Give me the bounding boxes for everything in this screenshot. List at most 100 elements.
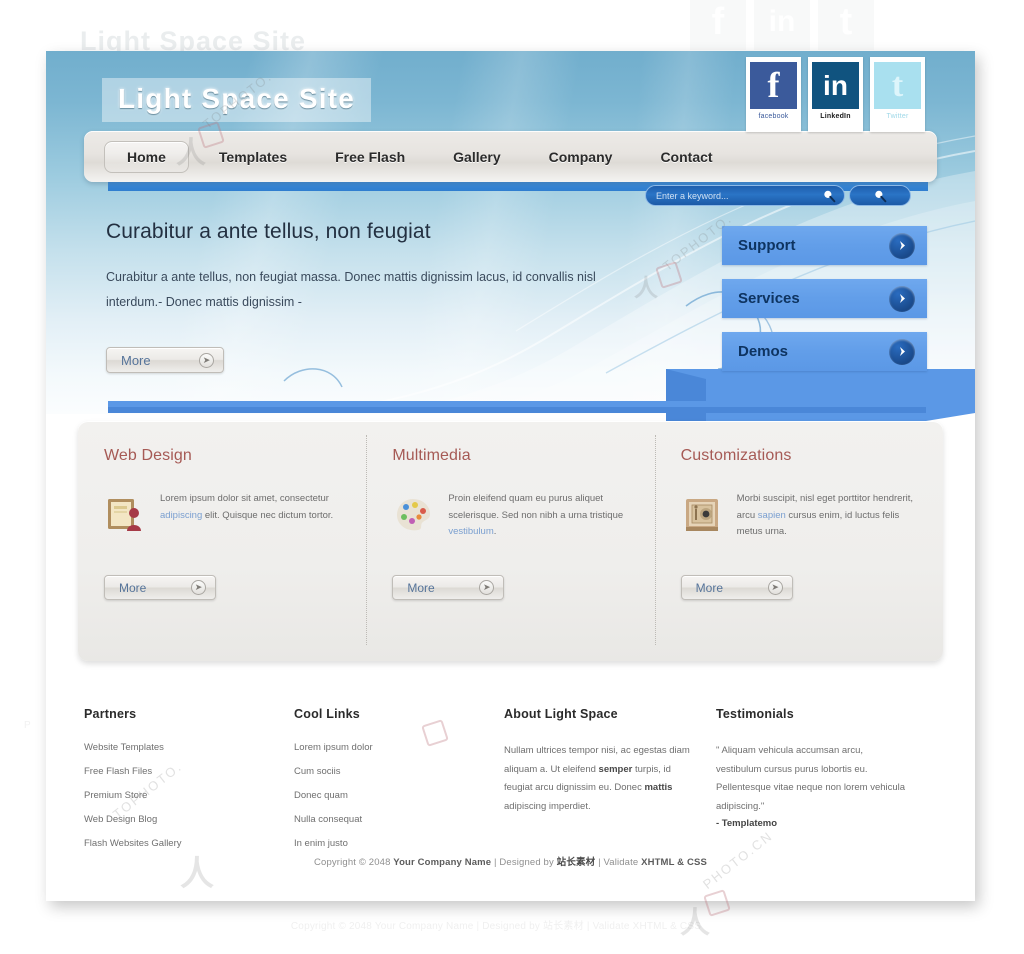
feature-link[interactable]: vestibulum [448,526,493,537]
feature-text: Morbi suscipit, nisl eget porttitor hend… [736,493,914,538]
nav-item-free-flash[interactable]: Free Flash [335,141,405,173]
copyright-line: Copyright © 2048 Your Company Name | Des… [314,857,707,868]
footer-testimonial-author: - Templatemo [716,818,778,830]
feature-column-multimedia: Multimedia Proin eleifend quam eu purus … [366,421,654,661]
footer-link[interactable]: Nulla consequat [294,814,504,825]
footer-link-list: Lorem ipsum dolor Cum sociis Donec quam … [294,742,504,849]
hero-title: Curabitur a ante tellus, non feugiat [106,220,431,243]
copyright-validate[interactable]: XHTML & CSS [641,857,707,868]
footer-heading: Testimonials [716,707,794,721]
hero-more-label: More [121,352,151,368]
footer-link[interactable]: Lorem ipsum dolor [294,742,504,753]
search-placeholder: Enter a keyword... [656,190,729,201]
social-link-twitter[interactable]: t Twitter [870,57,925,132]
copyright-company: Your Company Name [393,857,492,868]
watermark-cjk: 人 [680,907,710,940]
hero-body-text: Curabitur a ante tellus, non feugiat mas… [106,270,596,309]
features-panel: Web Design Lorem ipsum dolor sit amet, c… [78,421,943,661]
footer-link[interactable]: Premium Store [84,790,294,801]
footer-link[interactable]: Free Flash Files [84,766,294,777]
arrow-right-icon: ➤ [479,580,495,595]
feature-text: Lorem ipsum dolor sit amet, consectetur … [160,493,334,521]
feature-more-wrapper: More ➤ [104,575,344,600]
footer-link[interactable]: Web Design Blog [84,814,294,825]
facebook-icon: f [750,62,797,109]
site-header: Light Space Site f facebook in LinkedIn … [46,51,975,414]
feature-more-wrapper: More ➤ [680,575,921,600]
feature-more-wrapper: More ➤ [392,575,632,600]
quick-links-panel: Support Services Demos [722,226,927,385]
arrow-right-icon: ➤ [191,580,206,595]
footer-about-text: Nullam ultrices tempor nisi, ac egestas … [504,745,690,812]
feature-link[interactable]: sapien [758,510,786,521]
side-button-services[interactable]: Services [722,279,927,318]
nav-item-contact[interactable]: Contact [660,141,712,173]
footer-link[interactable]: Flash Websites Gallery [84,838,294,849]
nav-item-templates[interactable]: Templates [219,141,287,173]
footer-heading: Cool Links [294,707,360,721]
feature-heading: Customizations [680,447,792,464]
footer-column-partners: Partners Website Templates Free Flash Fi… [84,707,294,862]
footer-column-about: About Light Space Nullam ultrices tempor… [504,707,716,862]
side-button-label: Services [738,290,800,307]
chevron-right-icon [889,285,915,312]
ghost-copyright: Copyright © 2048 Your Company Name | Des… [290,921,702,932]
folder-person-icon [108,499,141,531]
hero-more-button[interactable]: More ➤ [106,347,224,373]
feature-more-button[interactable]: More ➤ [104,575,216,600]
search-input[interactable]: Enter a keyword... [645,185,845,206]
nav-item-gallery[interactable]: Gallery [453,141,500,173]
side-button-label: Demos [738,343,789,360]
feature-link[interactable]: adipiscing [160,510,202,521]
feature-more-button[interactable]: More ➤ [392,575,505,600]
social-link-facebook[interactable]: f facebook [746,57,801,132]
feature-column-web-design: Web Design Lorem ipsum dolor sit amet, c… [78,421,366,661]
arrow-right-icon: ➤ [767,580,783,595]
website-preview-card: Light Space Site f facebook in LinkedIn … [46,51,975,901]
social-links: f facebook in LinkedIn t Twitter [746,57,925,132]
social-label-twitter: Twitter [886,113,909,120]
search-button[interactable] [849,185,911,206]
footer-link[interactable]: In enim justo [294,838,504,849]
footer-column-testimonials: Testimonials " Aliquam vehicula accumsan… [716,707,926,862]
footer-link[interactable]: Donec quam [294,790,504,801]
search-icon [824,190,836,202]
feature-text: Proin eleifend quam eu purus aliquet sce… [448,493,624,538]
footer-heading: About Light Space [504,707,618,721]
nav-item-home[interactable]: Home [104,140,189,173]
nav-item-company[interactable]: Company [549,141,613,173]
chevron-right-icon [889,338,915,365]
social-label-facebook: facebook [758,113,789,120]
footer-heading: Partners [84,707,137,721]
chevron-right-icon [889,232,915,259]
ghost-twitter-icon: t [818,0,874,50]
side-button-demos[interactable]: Demos [722,332,927,371]
feature-more-label: More [119,580,147,595]
side-button-label: Support [738,237,796,254]
ghost-side-text: P [24,720,31,731]
feature-heading: Multimedia [392,447,471,464]
palette-icon [397,499,431,531]
feature-more-label: More [407,580,435,595]
feature-column-customizations: Customizations Morbi suscipit, nisl eget… [654,421,943,661]
social-label-linkedin: LinkedIn [820,113,851,120]
footer-link[interactable]: Cum sociis [294,766,504,777]
social-link-linkedin[interactable]: in LinkedIn [808,57,863,132]
footer-link[interactable]: Website Templates [84,742,294,753]
copyright-designer[interactable]: 站长素材 [557,857,596,868]
side-button-support[interactable]: Support [722,226,927,265]
feature-more-label: More [695,580,723,595]
search-icon [875,190,887,202]
site-title: Light Space Site [102,78,372,122]
main-navigation: Home Templates Free Flash Gallery Compan… [84,131,937,182]
linkedin-icon: in [812,62,859,109]
feature-heading: Web Design [104,447,192,464]
twitter-icon: t [874,62,921,109]
site-footer: Partners Website Templates Free Flash Fi… [46,679,975,901]
ghost-linkedin-icon: in [754,0,810,50]
safe-box-icon [685,499,718,531]
arrow-right-icon: ➤ [199,352,214,368]
feature-more-button[interactable]: More ➤ [680,575,793,600]
footer-link-list: Website Templates Free Flash Files Premi… [84,742,294,849]
hero-more-wrapper: More ➤ [106,347,224,373]
